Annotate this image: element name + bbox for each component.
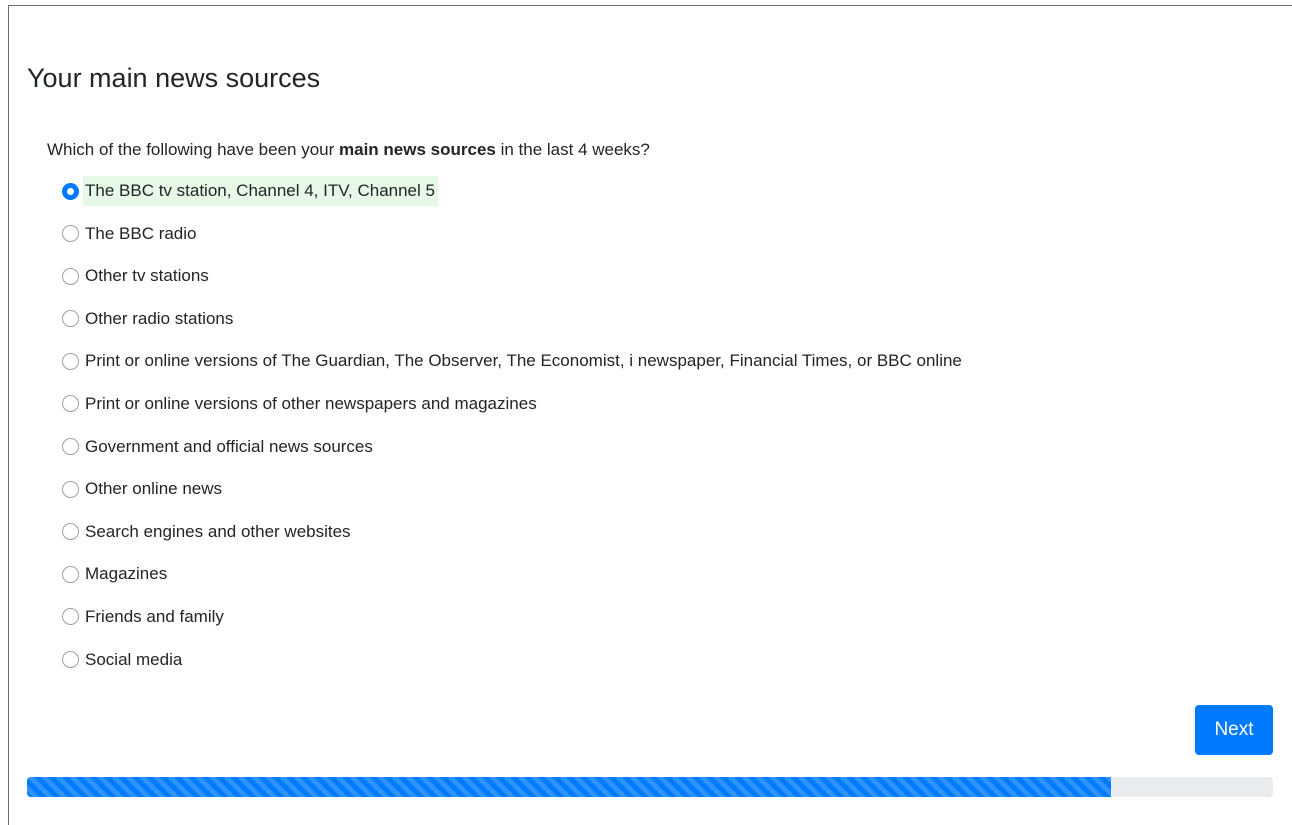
question-text: Which of the following have been your ma… — [47, 138, 650, 162]
radio-unselected-icon[interactable] — [62, 395, 79, 413]
option-10[interactable]: Friends and family — [62, 602, 965, 632]
radio-unselected-icon[interactable] — [62, 267, 79, 285]
radio-unselected-icon[interactable] — [62, 352, 79, 370]
page-title: Your main news sources — [27, 63, 321, 93]
option-8[interactable]: Search engines and other websites — [62, 517, 965, 547]
option-label: Friends and family — [85, 606, 224, 626]
option-label: Print or online versions of The Guardian… — [85, 351, 962, 371]
question-emphasis: main news sources — [339, 140, 496, 159]
option-label: Other radio stations — [85, 308, 234, 328]
question-prefix: Which of the following have been your — [47, 140, 340, 159]
option-11[interactable]: Social media — [62, 645, 965, 675]
option-7[interactable]: Other online news — [62, 474, 965, 504]
option-6[interactable]: Government and official news sources — [62, 432, 965, 462]
option-label: The BBC tv station, Channel 4, ITV, Chan… — [83, 176, 438, 206]
option-9[interactable]: Magazines — [62, 559, 965, 589]
radio-unselected-icon[interactable] — [62, 480, 79, 498]
option-label: Print or online versions of other newspa… — [85, 393, 537, 413]
radio-unselected-icon[interactable] — [62, 565, 79, 583]
option-label: Government and official news sources — [85, 436, 373, 456]
radio-selected-icon[interactable] — [62, 182, 79, 200]
radio-unselected-icon[interactable] — [62, 438, 79, 456]
next-button[interactable]: Next — [1195, 705, 1273, 755]
option-label: Magazines — [85, 564, 168, 584]
progress-fill — [27, 777, 1112, 797]
option-label: Other tv stations — [85, 266, 209, 286]
option-label: The BBC radio — [85, 223, 197, 243]
option-5[interactable]: Print or online versions of other newspa… — [62, 389, 965, 419]
option-label: Other online news — [85, 479, 223, 499]
radio-unselected-icon[interactable] — [62, 608, 79, 626]
options-list: The BBC tv station, Channel 4, ITV, Chan… — [62, 176, 965, 687]
option-1[interactable]: The BBC radio — [62, 219, 965, 249]
option-3[interactable]: Other radio stations — [62, 304, 965, 334]
option-0[interactable]: The BBC tv station, Channel 4, ITV, Chan… — [62, 176, 965, 206]
progress-bar — [27, 777, 1273, 797]
radio-unselected-icon[interactable] — [62, 310, 79, 328]
radio-unselected-icon[interactable] — [62, 523, 79, 541]
option-2[interactable]: Other tv stations — [62, 261, 965, 291]
question-suffix: in the last 4 weeks? — [495, 140, 650, 159]
radio-unselected-icon[interactable] — [62, 225, 79, 243]
option-label: Search engines and other websites — [85, 521, 351, 541]
radio-unselected-icon[interactable] — [62, 651, 79, 669]
option-label: Social media — [85, 649, 183, 669]
option-4[interactable]: Print or online versions of The Guardian… — [62, 346, 965, 376]
